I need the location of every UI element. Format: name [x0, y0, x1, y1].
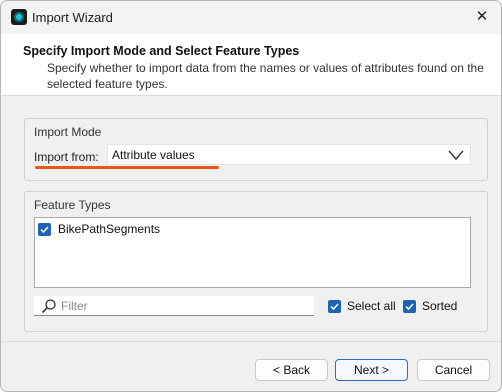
check-icon — [405, 302, 414, 310]
sorted-checkbox[interactable] — [403, 299, 416, 313]
filter-input[interactable] — [61, 298, 306, 314]
feature-types-group-label: Feature Types — [34, 198, 111, 212]
app-icon — [11, 9, 27, 25]
cancel-button[interactable]: Cancel — [417, 359, 490, 381]
close-icon[interactable]: ✕ — [473, 8, 491, 26]
back-button[interactable]: < Back — [255, 359, 328, 381]
window-title: Import Wizard — [32, 10, 113, 25]
filter-field[interactable] — [34, 296, 314, 316]
feature-types-list[interactable]: BikePathSegments — [34, 217, 471, 288]
feature-type-checkbox[interactable] — [38, 222, 51, 236]
page-description: Specify whether to import data from the … — [47, 61, 484, 91]
title-bar: Import Wizard ✕ — [1, 1, 501, 34]
next-button[interactable]: Next > — [335, 359, 408, 381]
sorted-toggle[interactable]: Sorted — [403, 299, 457, 313]
import-from-selected-value: Attribute values — [112, 148, 195, 162]
chevron-down-icon — [448, 150, 464, 161]
page-title: Specify Import Mode and Select Feature T… — [23, 44, 300, 58]
check-icon — [40, 225, 49, 233]
list-item[interactable]: BikePathSegments — [38, 222, 160, 236]
import-mode-group-label: Import Mode — [34, 125, 102, 139]
wizard-footer: < Back Next > Cancel — [1, 341, 501, 391]
wizard-header: Specify Import Mode and Select Feature T… — [1, 34, 501, 96]
import-from-select[interactable]: Attribute values — [107, 144, 471, 165]
import-mode-group: Import Mode Import from: Attribute value… — [24, 118, 488, 181]
sorted-label: Sorted — [422, 299, 458, 313]
feature-type-label: BikePathSegments — [58, 222, 161, 236]
feature-types-group: Feature Types BikePathSegments Filter Se… — [24, 191, 488, 332]
select-all-checkbox[interactable] — [328, 299, 341, 313]
import-wizard-window: Import Wizard ✕ Specify Import Mode and … — [0, 0, 502, 392]
search-icon — [41, 299, 56, 314]
select-all-toggle[interactable]: Select all — [328, 299, 396, 313]
check-icon — [330, 302, 339, 310]
select-all-label: Select all — [347, 299, 396, 313]
import-from-label: Import from: — [34, 150, 99, 164]
import-from-highlight — [35, 166, 219, 169]
